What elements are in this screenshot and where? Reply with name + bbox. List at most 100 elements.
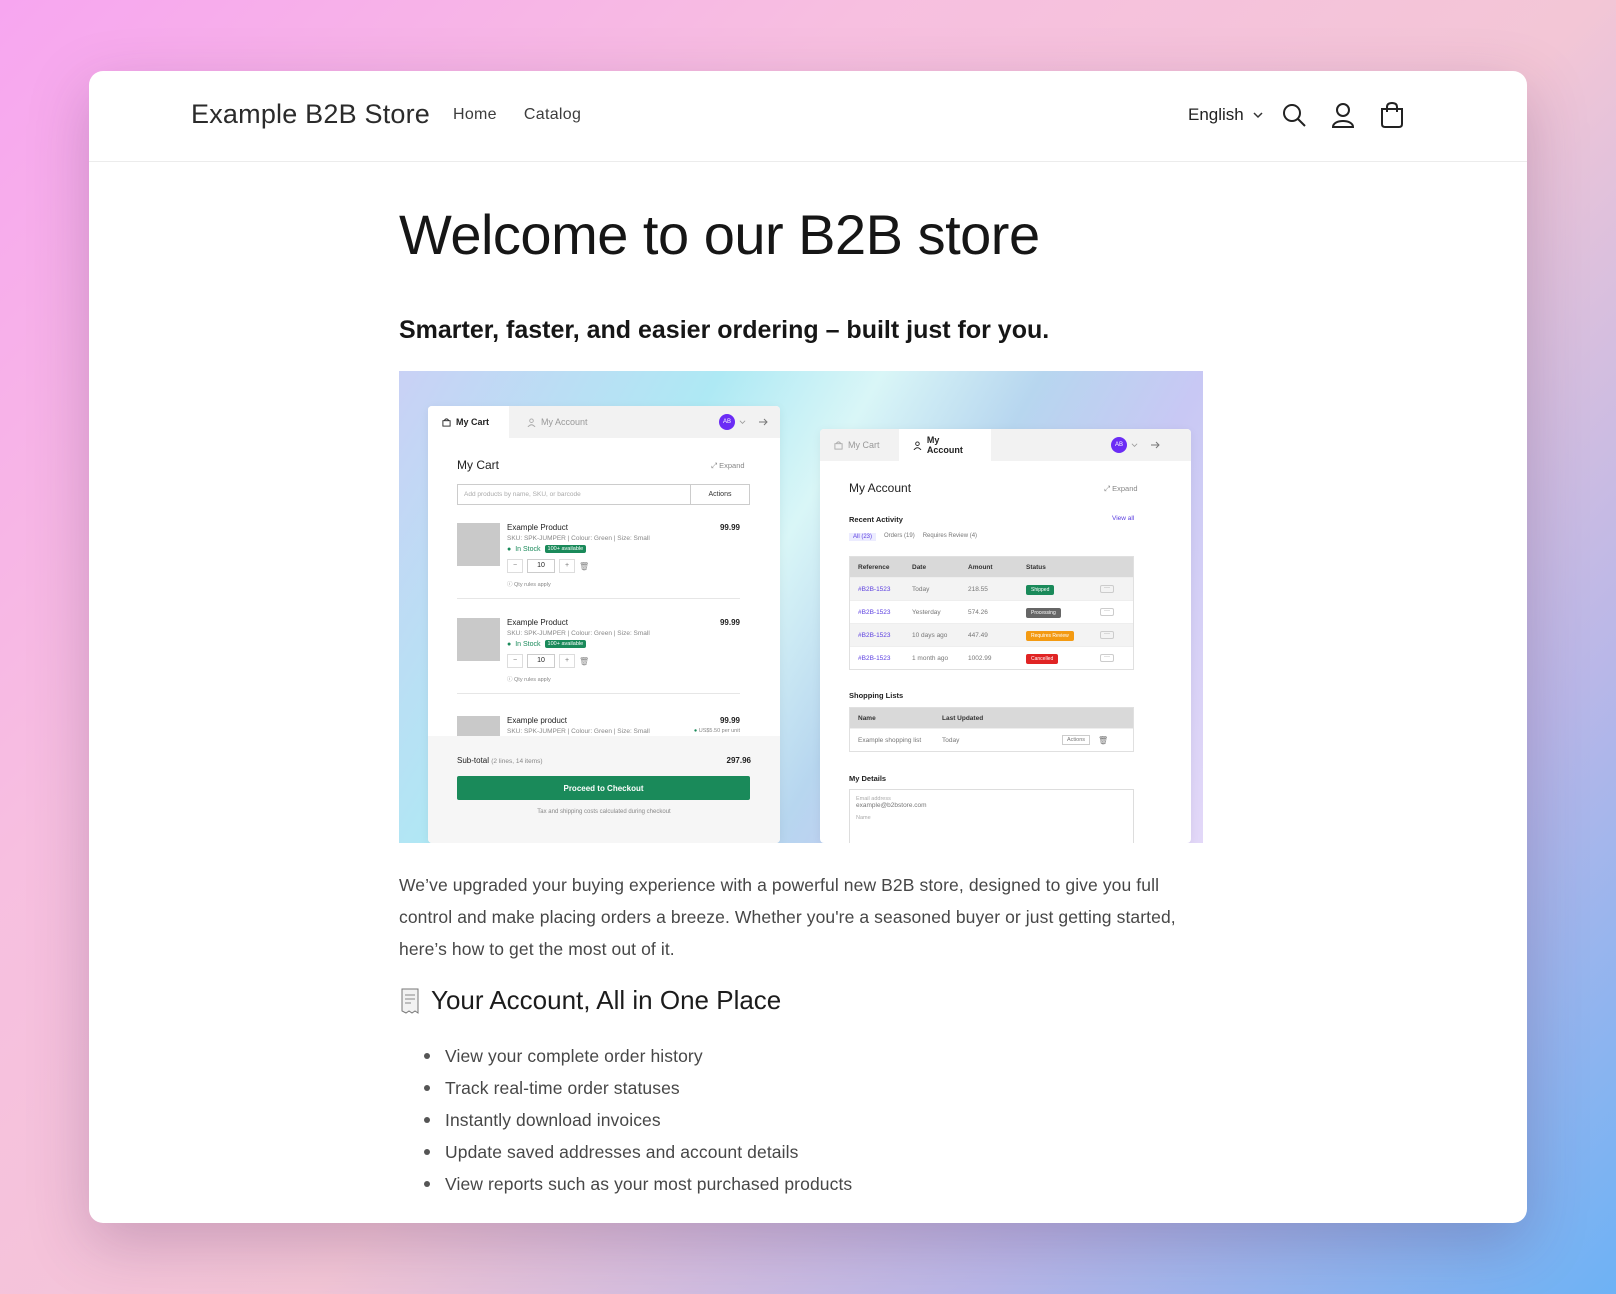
- list-item: Update saved addresses and account detai…: [424, 1136, 852, 1168]
- bag-icon: [442, 417, 451, 427]
- check-circle-icon: ●: [507, 640, 512, 648]
- mock-avatar: AB: [719, 414, 735, 430]
- mock-tab-cart-label: My Cart: [848, 440, 880, 450]
- trash-icon: 🗑: [1098, 735, 1109, 745]
- mock-qty-rule: ⓘ Qty rules apply: [507, 677, 551, 683]
- chevron-down-icon: [1253, 112, 1263, 119]
- mock-recent-title: Recent Activity: [849, 515, 903, 524]
- mock-qty-rule-label: Qty rules apply: [514, 677, 551, 683]
- mock-tab-cart: My Cart: [428, 406, 509, 438]
- divider: [457, 693, 740, 694]
- mock-order-amount: 218.55: [968, 585, 988, 593]
- mock-product-thumb: [457, 716, 500, 736]
- page-title: Welcome to our B2B store: [399, 203, 1040, 266]
- person-icon: [527, 417, 536, 427]
- mock-order-status: Shipped: [1026, 584, 1055, 595]
- mock-product-sku: SKU: SPK-JUMPER | Colour: Green | Size: …: [507, 728, 650, 735]
- mock-cart-footer: Sub-total (2 lines, 14 items) 297.96 Pro…: [428, 736, 780, 843]
- mock-product-price: 99.99: [719, 716, 740, 725]
- mock-order-date: Yesterday: [912, 608, 941, 616]
- check-circle-icon: ●: [507, 545, 512, 553]
- mock-cart-tabs: My Cart My Account AB: [428, 406, 780, 438]
- language-selector[interactable]: English: [1188, 105, 1264, 125]
- mock-avatar: AB: [1111, 437, 1127, 453]
- mock-details-title: My Details: [849, 774, 887, 783]
- plus-icon: +: [559, 559, 575, 573]
- feature-list: View your complete order history Track r…: [424, 1040, 852, 1200]
- mock-qty-value: 10: [527, 654, 555, 668]
- mock-filter-review: Requires Review (4): [922, 533, 978, 539]
- mock-product-name: Example Product: [507, 618, 568, 627]
- mock-stock-status: ● In Stock 100+ available: [507, 545, 587, 553]
- mock-lists-title: Shopping Lists: [849, 691, 904, 700]
- mock-order-row: #B2B-1523 Yesterday 574.26 Processing ···: [850, 600, 1133, 623]
- mock-cart-title: My Cart: [457, 458, 499, 472]
- language-label: English: [1188, 105, 1244, 124]
- mock-account-panel: My Cart My Account AB My Account ⤢ Expan…: [820, 429, 1191, 843]
- trash-icon: 🗑: [579, 656, 590, 666]
- arrow-right-icon: [1151, 441, 1160, 449]
- minus-icon: −: [507, 654, 523, 668]
- nav-catalog[interactable]: Catalog: [524, 106, 581, 124]
- mock-qty-rule-label: Qty rules apply: [514, 582, 551, 588]
- more-icon: ···: [1100, 608, 1114, 616]
- mock-subtotal-value: 297.96: [726, 756, 751, 765]
- mock-qty-stepper: −10 + 🗑: [507, 559, 589, 573]
- mock-account-title: My Account: [849, 481, 912, 495]
- mock-list-actions: Actions: [1062, 735, 1091, 745]
- mock-order-ref: #B2B-1523: [858, 654, 891, 662]
- mock-tab-cart-label: My Cart: [456, 417, 490, 427]
- section-heading-label: Your Account, All in One Place: [431, 985, 782, 1015]
- mock-col-status: Status: [1026, 563, 1046, 571]
- mock-stock-label: In Stock: [515, 640, 541, 648]
- mock-tab-account: My Account: [899, 429, 991, 461]
- mock-orders-table: Reference Date Amount Status #B2B-1523 To…: [849, 556, 1134, 670]
- mock-product-price: 99.99: [719, 523, 740, 532]
- plus-icon: +: [559, 654, 575, 668]
- mock-col-amount: Amount: [968, 563, 993, 571]
- mock-order-status: Processing: [1026, 607, 1061, 618]
- mock-order-row: #B2B-1523 1 month ago 1002.99 Cancelled ···: [850, 646, 1133, 669]
- store-logo[interactable]: Example B2B Store: [191, 99, 430, 130]
- mock-order-status: Requires Review: [1026, 630, 1074, 641]
- search-icon[interactable]: [1279, 100, 1309, 130]
- mock-checkout-button: Proceed to Checkout: [457, 776, 750, 800]
- list-item: View your complete order history: [424, 1040, 852, 1072]
- mock-order-row: #B2B-1523 10 days ago 447.49 Requires Revie…: [850, 623, 1133, 646]
- more-icon: ···: [1100, 631, 1114, 639]
- person-icon: [913, 440, 922, 450]
- mock-order-amount: 1002.99: [968, 654, 992, 662]
- mock-order-ref: #B2B-1523: [858, 631, 891, 639]
- mock-product-name: Example Product: [507, 523, 568, 532]
- page-subtitle: Smarter, faster, and easier ordering – b…: [399, 316, 1050, 344]
- account-icon[interactable]: [1328, 100, 1358, 130]
- mock-lists-header: Name Last Updated: [850, 708, 1133, 728]
- mock-email-value: example@b2bstore.com: [856, 802, 927, 809]
- bag-icon: [834, 440, 843, 450]
- mock-tab-account-label: My Account: [541, 417, 588, 427]
- mock-details-box: Email address example@b2bstore.com Name: [849, 789, 1134, 843]
- cart-icon[interactable]: [1377, 100, 1407, 130]
- mock-avail-badge: 100+ available: [544, 545, 587, 553]
- chevron-down-icon: [1131, 443, 1138, 447]
- mock-expand-label: Expand: [1112, 484, 1138, 493]
- intro-paragraph: We’ve upgraded your buying experience wi…: [399, 875, 1176, 959]
- mock-filter-all: All (23): [849, 533, 877, 541]
- mock-tab-cart: My Cart: [820, 429, 894, 461]
- mock-unit-price: ● US$5.50 per unit: [694, 728, 740, 734]
- mock-checkout-note: Tax and shipping costs calculated during…: [537, 809, 671, 815]
- mock-cart-panel: My Cart My Account AB My Cart ⤢ Expand A…: [428, 406, 780, 843]
- mock-subtotal-label: Sub-total: [457, 756, 490, 765]
- nav-home[interactable]: Home: [453, 106, 497, 124]
- mock-order-ref: #B2B-1523: [858, 585, 891, 593]
- more-icon: ···: [1100, 654, 1114, 662]
- divider: [457, 598, 740, 599]
- mock-view-all: View all: [1112, 515, 1135, 522]
- mock-col-name: Name: [858, 714, 876, 722]
- mock-cart-search: Add products by name, SKU, or barcode Ac…: [457, 484, 750, 505]
- mock-subtotal-detail: (2 lines, 14 items): [491, 758, 543, 765]
- mock-tab-account: My Account: [513, 406, 602, 438]
- mock-order-date: Today: [912, 585, 930, 593]
- mock-col-reference: Reference: [858, 563, 890, 571]
- check-circle-icon: ●: [693, 728, 698, 734]
